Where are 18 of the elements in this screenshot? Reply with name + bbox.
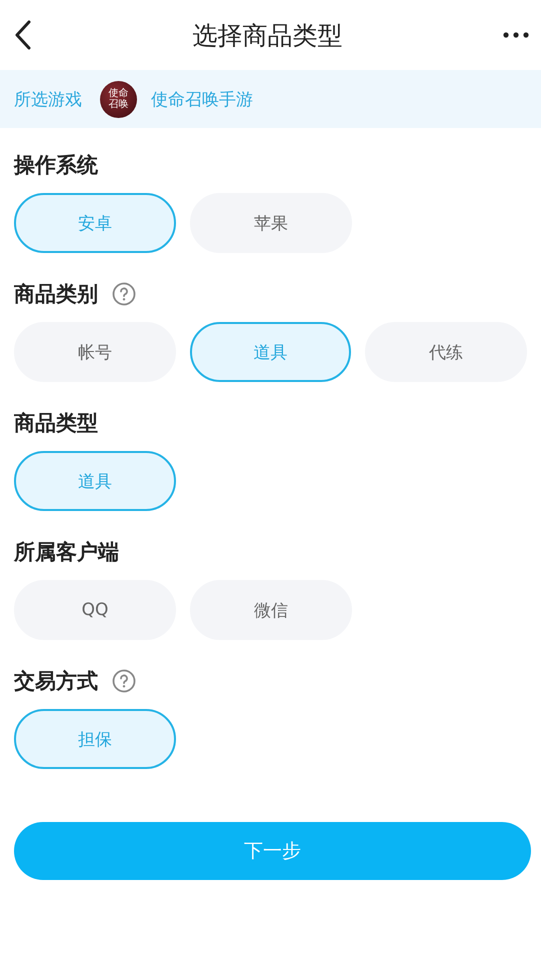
section-title: 所属客户端: [14, 539, 119, 566]
section-title: 商品类型: [14, 410, 98, 437]
section-title: 商品类别: [14, 281, 98, 308]
section-title: 交易方式: [14, 668, 98, 695]
option-chip[interactable]: 代练: [365, 322, 528, 382]
page-title: 选择商品类型: [192, 20, 342, 52]
option-chip[interactable]: QQ: [14, 580, 176, 640]
more-icon[interactable]: [503, 32, 529, 38]
option-chip[interactable]: 苹果: [190, 193, 352, 253]
game-icon: 使命 召唤: [100, 80, 137, 118]
selected-game-label: 所选游戏: [14, 88, 82, 110]
help-icon[interactable]: [112, 282, 136, 306]
option-chip[interactable]: 帐号: [14, 322, 176, 382]
back-icon[interactable]: [14, 20, 32, 50]
game-name: 使命召唤手游: [151, 88, 253, 110]
help-icon[interactable]: [112, 669, 136, 693]
option-chip[interactable]: 微信: [190, 580, 352, 640]
section-title: 操作系统: [14, 152, 98, 179]
